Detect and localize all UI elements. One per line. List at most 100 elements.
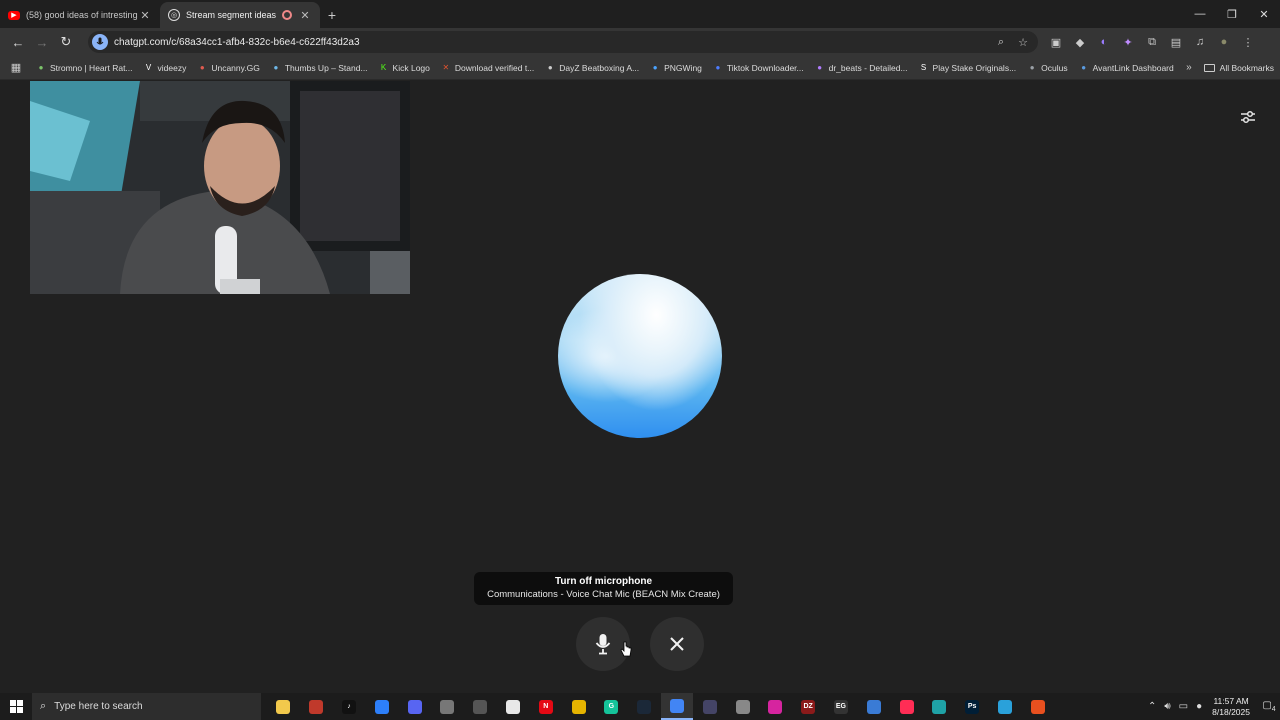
bookmark-item[interactable]: ● Tiktok Downloader... bbox=[713, 63, 804, 73]
clock[interactable]: 11:57 AM 8/18/2025 bbox=[1212, 696, 1250, 718]
zoom-icon[interactable]: ⌕ bbox=[990, 36, 1012, 49]
app-red-circle-icon bbox=[309, 699, 324, 714]
taskbar-app[interactable] bbox=[431, 693, 464, 720]
bookmark-label: videezy bbox=[157, 62, 187, 73]
volume-icon[interactable]: 🔊︎ bbox=[1164, 701, 1170, 712]
bookmark-favicon-icon: ● bbox=[38, 63, 44, 72]
taskbar-app[interactable] bbox=[398, 693, 431, 720]
start-button[interactable] bbox=[0, 693, 32, 720]
system-tray: ⌃ 🔊︎ ▭ ● 11:57 AM 8/18/2025 ▢4 bbox=[1144, 693, 1280, 720]
forward-icon[interactable]: → bbox=[30, 30, 54, 54]
new-tab-button[interactable]: + bbox=[320, 2, 344, 28]
recording-icon bbox=[282, 10, 292, 20]
tab-youtube[interactable]: ▶ (58) good ideas of intresting int ✕ bbox=[0, 2, 160, 28]
printer-icon[interactable]: ▭ bbox=[1179, 701, 1188, 712]
profile-avatar[interactable]: ● bbox=[1212, 36, 1236, 49]
voice-settings-icon[interactable] bbox=[1238, 107, 1258, 127]
taskbar-app[interactable] bbox=[660, 693, 694, 720]
taskbar-app[interactable] bbox=[365, 693, 398, 720]
tray-chevron-icon[interactable]: ⌃ bbox=[1148, 701, 1156, 712]
tab-chatgpt[interactable]: ◎ Stream segment ideas ✕ bbox=[160, 2, 320, 28]
extension-square-icon[interactable]: ▣ bbox=[1044, 36, 1068, 49]
end-voice-button[interactable] bbox=[650, 617, 704, 671]
tab-close-icon[interactable]: ✕ bbox=[298, 9, 312, 22]
media-controls-icon[interactable]: ♫ bbox=[1188, 36, 1212, 49]
reload-icon[interactable]: ↻ bbox=[54, 30, 78, 54]
address-bar[interactable]: chatgpt.com/c/68a34cc1-afb4-832c-b6e4-c6… bbox=[88, 31, 1038, 53]
taskbar-app[interactable] bbox=[923, 693, 956, 720]
bookmark-item[interactable]: ● Thumbs Up – Stand... bbox=[271, 63, 367, 73]
bookmark-item[interactable]: ✕ Download verified t... bbox=[441, 63, 535, 73]
bookmark-item[interactable]: Vvideezy bbox=[144, 63, 187, 73]
photoshop-icon: Ps bbox=[965, 699, 980, 714]
taskbar-app[interactable] bbox=[989, 693, 1022, 720]
bookmark-label: PNGWing bbox=[664, 62, 702, 73]
side-panel-icon[interactable]: ▤ bbox=[1164, 36, 1188, 49]
extension-purple-icon[interactable]: ◐ bbox=[1092, 36, 1116, 49]
bookmark-favicon-icon: ● bbox=[1029, 63, 1035, 72]
bookmark-item[interactable]: ● Oculus bbox=[1027, 62, 1068, 73]
taskbar-app[interactable]: DZ bbox=[792, 693, 825, 720]
bookmark-star-icon[interactable]: ☆ bbox=[1012, 36, 1034, 49]
bookmark-item[interactable]: ● DayZ Beatboxing A... bbox=[545, 63, 639, 73]
taskbar-app[interactable]: EG bbox=[825, 693, 858, 720]
taskbar-app[interactable] bbox=[693, 693, 726, 720]
taskbar-app[interactable]: N bbox=[529, 693, 562, 720]
taskbar-app[interactable]: ♪ bbox=[333, 693, 366, 720]
taskbar-app[interactable] bbox=[562, 693, 595, 720]
microphone-active-icon[interactable] bbox=[92, 34, 108, 50]
bookmark-favicon-icon: ● bbox=[199, 63, 205, 72]
taskbar-app[interactable] bbox=[628, 693, 661, 720]
restore-icon[interactable]: ❐ bbox=[1216, 8, 1248, 21]
tray-microphone-icon[interactable]: ● bbox=[1196, 701, 1202, 712]
taskbar-app[interactable]: Ps bbox=[956, 693, 989, 720]
taskbar-app[interactable] bbox=[857, 693, 890, 720]
bookmark-label: Uncanny.GG bbox=[211, 62, 260, 73]
url-text[interactable]: chatgpt.com/c/68a34cc1-afb4-832c-b6e4-c6… bbox=[114, 37, 990, 48]
bookmark-favicon-icon: ● bbox=[273, 63, 279, 72]
extensions-puzzle-icon[interactable]: ⧉ bbox=[1140, 36, 1164, 49]
close-icon bbox=[670, 637, 684, 651]
tiktok-icon: ♪ bbox=[341, 699, 356, 714]
tab-close-icon[interactable]: ✕ bbox=[138, 9, 152, 22]
chrome-icon bbox=[669, 698, 684, 713]
browser-menu-icon[interactable]: ⋮ bbox=[1236, 36, 1260, 49]
notifications-icon[interactable]: ▢4 bbox=[1258, 700, 1280, 713]
tooltip-title: Turn off microphone bbox=[554, 576, 653, 587]
extension-diamond-icon[interactable]: ◆ bbox=[1068, 36, 1092, 49]
back-icon[interactable]: ← bbox=[6, 30, 30, 54]
taskbar-app[interactable] bbox=[726, 693, 759, 720]
epic-games-icon: EG bbox=[833, 699, 848, 714]
minimize-icon[interactable]: — bbox=[1184, 8, 1216, 20]
bookmark-item[interactable]: ● Uncanny.GG bbox=[197, 63, 260, 73]
bookmark-item[interactable]: ● dr_beats - Detailed... bbox=[815, 63, 907, 73]
taskbar-app[interactable] bbox=[267, 693, 300, 720]
taskbar-app[interactable] bbox=[464, 693, 497, 720]
taskbar-app[interactable] bbox=[759, 693, 792, 720]
bookmark-item[interactable]: S Play Stake Originals... bbox=[919, 63, 1016, 73]
bookmark-item[interactable]: ● AvantLink Dashboard bbox=[1079, 63, 1174, 73]
bookmark-item[interactable]: K Kick Logo bbox=[379, 63, 430, 73]
voice-mode-view: Turn off microphone Communications - Voi… bbox=[0, 81, 1280, 693]
bookmark-item[interactable]: ● PNGWing bbox=[650, 63, 702, 73]
taskbar-app[interactable]: G bbox=[595, 693, 628, 720]
all-bookmarks-button[interactable]: All Bookmarks bbox=[1203, 63, 1274, 73]
more-bookmarks-icon[interactable]: » bbox=[1186, 62, 1192, 73]
close-window-icon[interactable]: ✕ bbox=[1248, 8, 1280, 21]
webcam-overlay bbox=[30, 81, 410, 294]
bookmark-favicon-icon: V bbox=[145, 63, 152, 72]
apps-grid-icon[interactable]: ▦ bbox=[6, 61, 26, 74]
extension-sparkle-icon[interactable]: ✦ bbox=[1116, 36, 1140, 49]
extensions-area: ▣ ◆ ◐ ✦ ⧉ ▤ ♫ ● ⋮ bbox=[1044, 36, 1260, 49]
taskbar-app[interactable] bbox=[497, 693, 530, 720]
taskbar-search[interactable]: ⌕ Type here to search bbox=[32, 693, 261, 720]
bookmark-label: Stromno | Heart Rat... bbox=[50, 62, 133, 73]
bookmark-label: Oculus bbox=[1041, 62, 1068, 73]
taskbar-app[interactable] bbox=[300, 693, 333, 720]
bookmark-item[interactable]: ● Stromno | Heart Rat... bbox=[36, 63, 133, 73]
bookmark-label: Kick Logo bbox=[392, 62, 430, 73]
taskbar-app[interactable] bbox=[890, 693, 923, 720]
bookmark-label: DayZ Beatboxing A... bbox=[559, 62, 640, 73]
browser-toolbar: ← → ↻ chatgpt.com/c/68a34cc1-afb4-832c-b… bbox=[0, 28, 1280, 56]
taskbar-app[interactable] bbox=[1021, 693, 1054, 720]
